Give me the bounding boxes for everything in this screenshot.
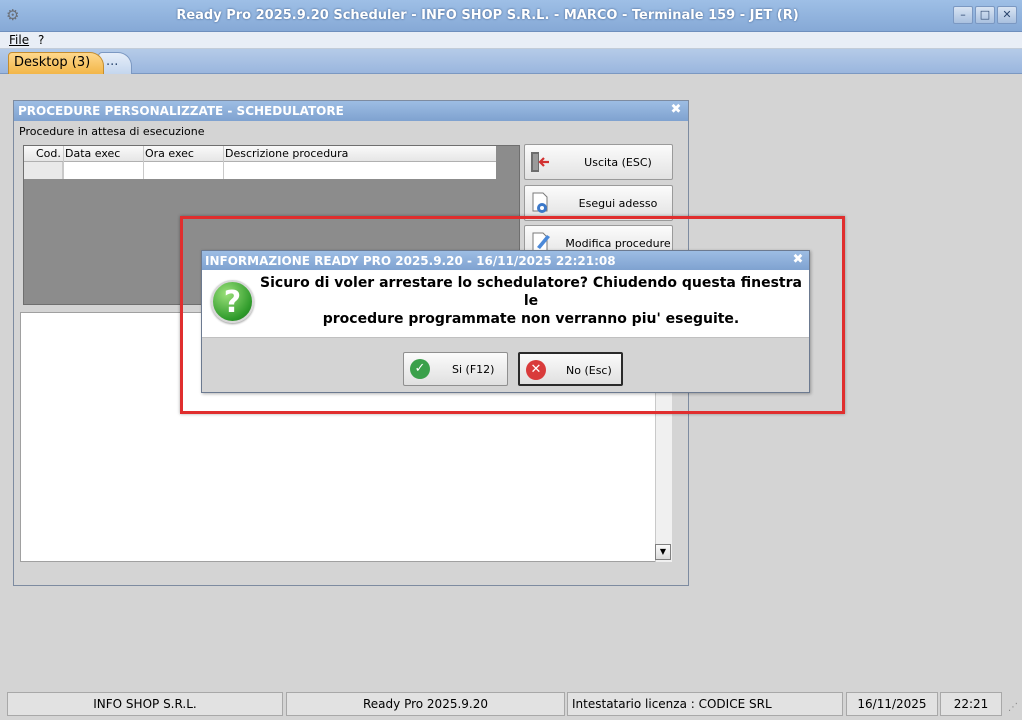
exit-door-icon xyxy=(529,150,553,174)
menu-help[interactable]: ? xyxy=(38,33,44,47)
table-row[interactable] xyxy=(24,162,496,179)
procedures-window-close-icon[interactable]: ✖ xyxy=(668,102,684,118)
status-company: INFO SHOP S.R.L. xyxy=(7,692,283,716)
tab-desktop[interactable]: Desktop (3) xyxy=(8,52,104,74)
column-ora-exec[interactable]: Ora exec xyxy=(145,147,194,160)
maximize-icon: □ xyxy=(979,8,991,21)
window-title: Ready Pro 2025.9.20 Scheduler - INFO SHO… xyxy=(176,8,799,23)
status-bar: INFO SHOP S.R.L. Ready Pro 2025.9.20 Int… xyxy=(0,690,1022,720)
minimize-button[interactable]: – xyxy=(953,6,973,24)
run-now-button-label: Esegui adesso xyxy=(578,197,658,210)
status-date: 16/11/2025 xyxy=(846,692,938,716)
pending-procedures-label: Procedure in attesa di esecuzione xyxy=(19,125,205,138)
procedures-window-title: PROCEDURE PERSONALIZZATE - SCHEDULATORE xyxy=(18,104,344,118)
column-data-exec[interactable]: Data exec xyxy=(65,147,120,160)
close-button[interactable]: ✕ xyxy=(997,6,1017,24)
scroll-down-icon[interactable]: ▼ xyxy=(655,544,671,560)
column-divider xyxy=(63,146,64,179)
maximize-button[interactable]: □ xyxy=(975,6,995,24)
status-time: 22:21 xyxy=(940,692,1002,716)
exit-button-label: Uscita (ESC) xyxy=(584,156,652,169)
title-bar[interactable]: ⚙ Ready Pro 2025.9.20 Scheduler - INFO S… xyxy=(0,0,1022,32)
menu-bar: File ? xyxy=(0,32,1022,49)
status-license: Intestatario licenza : CODICE SRL xyxy=(567,692,843,716)
run-document-gear-icon xyxy=(529,191,553,215)
column-descrizione[interactable]: Descrizione procedura xyxy=(225,147,348,160)
tab-strip: ... Desktop (3) xyxy=(0,49,1022,74)
menu-file[interactable]: File xyxy=(9,33,29,47)
column-divider xyxy=(143,146,144,179)
minimize-icon: – xyxy=(960,8,966,21)
status-product: Ready Pro 2025.9.20 xyxy=(286,692,565,716)
procedures-window-titlebar[interactable]: PROCEDURE PERSONALIZZATE - SCHEDULATORE … xyxy=(14,101,688,121)
exit-button[interactable]: Uscita (ESC) xyxy=(524,144,673,180)
close-icon: ✕ xyxy=(1002,8,1012,21)
resize-grip-icon[interactable]: ⋰ xyxy=(1008,702,1020,714)
highlight-frame xyxy=(180,216,845,414)
column-cod[interactable]: Cod. xyxy=(36,147,61,160)
row-header xyxy=(24,162,63,179)
grid-header: Cod. Data exec Ora exec Descrizione proc… xyxy=(24,146,496,162)
column-divider xyxy=(223,146,224,179)
